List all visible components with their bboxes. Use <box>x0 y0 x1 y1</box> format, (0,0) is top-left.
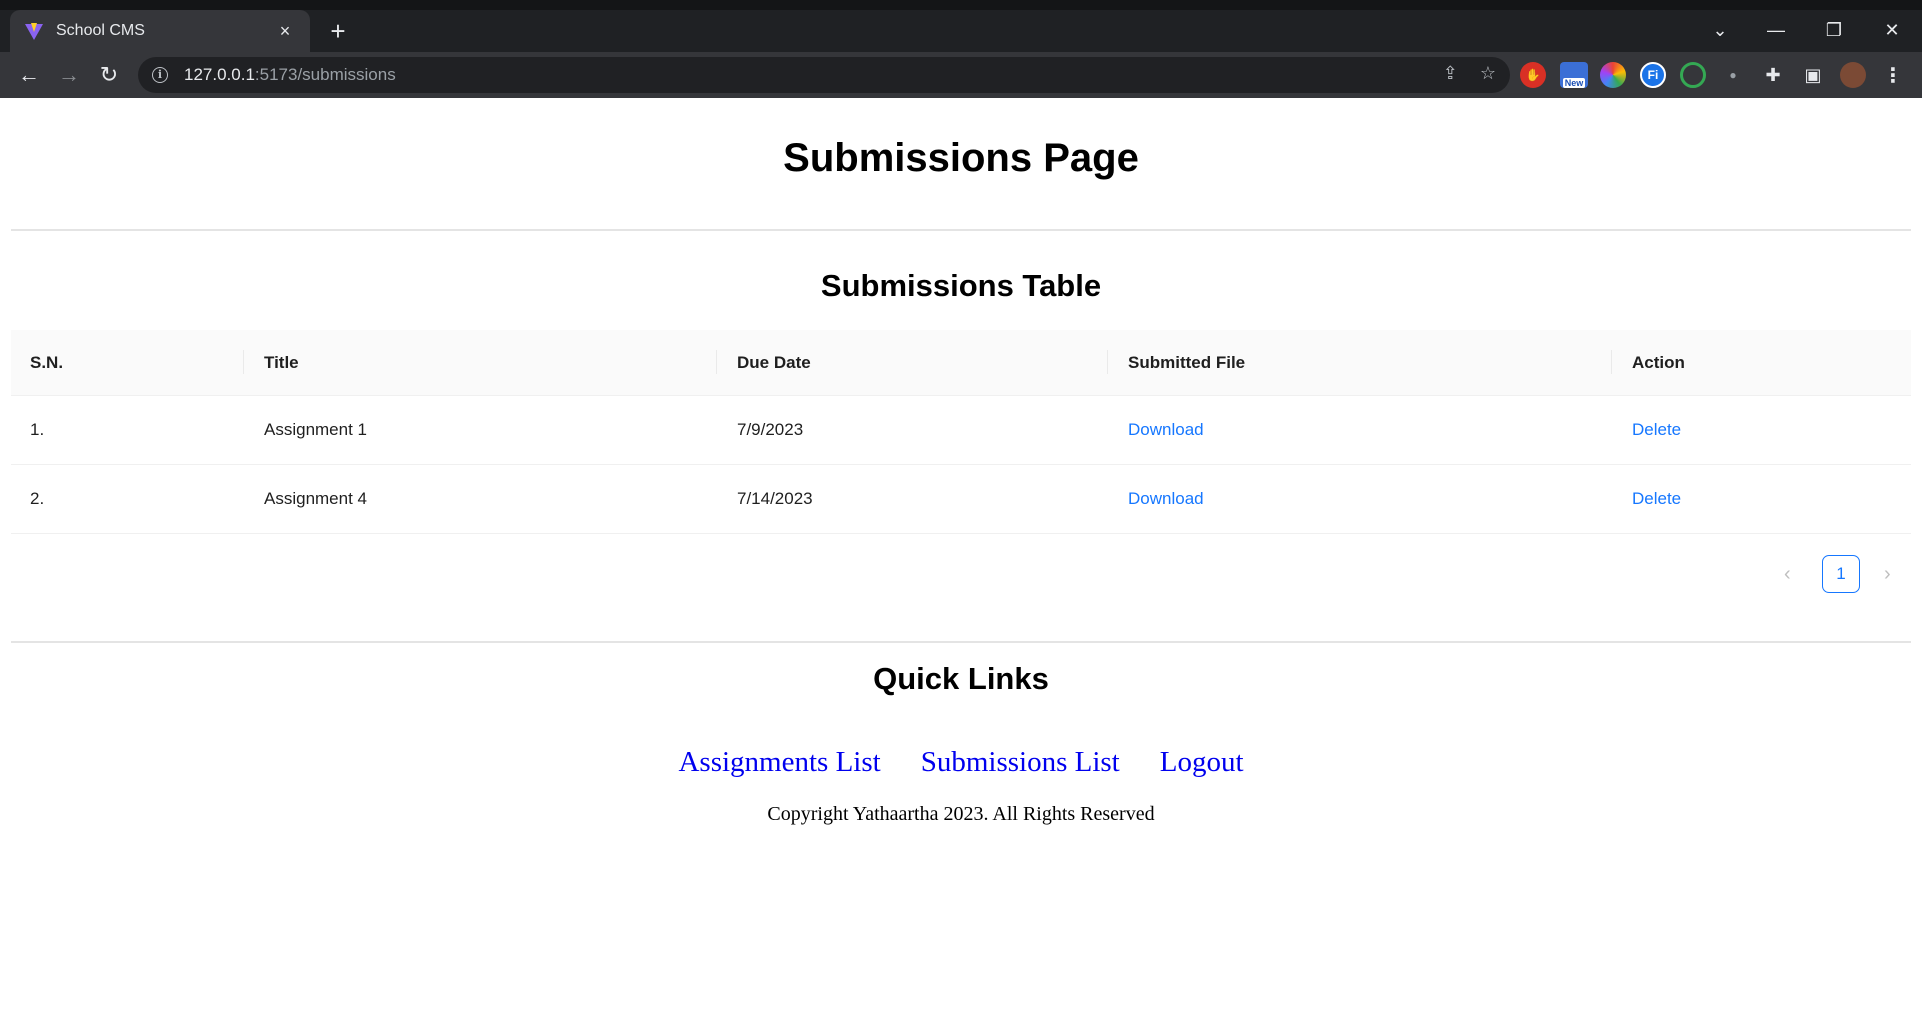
quick-links: Assignments List Submissions List Logout <box>0 746 1922 779</box>
url-host: 127.0.0.1 <box>184 65 255 84</box>
copyright-text: Copyright Yathaartha 2023. All Rights Re… <box>767 803 1155 825</box>
extension-gray-icon[interactable]: ● <box>1720 62 1746 88</box>
cell-sn: 1. <box>30 420 45 439</box>
cell-title: Assignment 4 <box>264 489 367 508</box>
tab-search-icon[interactable]: ⌄ <box>1700 14 1740 46</box>
forward-arrow-icon[interactable]: → <box>54 60 84 90</box>
restore-window-icon[interactable]: ❐ <box>1814 14 1854 46</box>
extension-new-icon[interactable]: New <box>1560 62 1588 88</box>
column-header-action: Action <box>1632 352 1685 372</box>
page-number-current[interactable]: 1 <box>1822 555 1860 593</box>
extensions-puzzle-icon[interactable]: ✚ <box>1760 62 1786 88</box>
extension-color-icon[interactable] <box>1600 62 1626 88</box>
quick-links-title: Quick Links <box>873 661 1049 696</box>
extension-stop-icon[interactable]: ✋ <box>1520 62 1546 88</box>
browser-menu-icon[interactable]: ⋮ <box>1880 62 1906 88</box>
delete-link[interactable]: Delete <box>1632 489 1681 509</box>
browser-tab-active[interactable]: School CMS × <box>10 10 310 52</box>
reload-icon[interactable]: ↻ <box>94 60 124 90</box>
divider <box>11 641 1911 643</box>
close-window-icon[interactable]: ✕ <box>1872 14 1912 46</box>
table-row: 1. Assignment 1 7/9/2023 Download Delete <box>11 396 1911 465</box>
extension-new-badge: New <box>1562 78 1586 88</box>
column-header-title: Title <box>264 352 299 372</box>
next-page-icon[interactable]: › <box>1884 563 1891 586</box>
site-info-icon[interactable]: i <box>152 67 168 83</box>
submissions-table: S.N. Title Due Date Submitted File Actio… <box>11 330 1911 534</box>
browser-toolbar: ← → ↻ i 127.0.0.1 :5173/submissions ⇪ ☆ … <box>0 52 1922 98</box>
download-link[interactable]: Download <box>1128 420 1204 440</box>
url-path: :5173/submissions <box>254 65 396 84</box>
new-tab-button[interactable]: + <box>324 18 352 46</box>
divider <box>11 229 1911 231</box>
minimize-window-icon[interactable]: — <box>1756 14 1796 46</box>
browser-title-bar: School CMS × + ⌄ — ❐ ✕ <box>0 0 1922 52</box>
cell-sn: 2. <box>30 489 45 508</box>
tab-close-icon[interactable]: × <box>274 21 296 42</box>
side-panel-icon[interactable]: ▣ <box>1800 62 1826 88</box>
share-icon[interactable]: ⇪ <box>1443 63 1458 84</box>
cell-due-date: 7/9/2023 <box>737 420 804 439</box>
table-row: 2. Assignment 4 7/14/2023 Download Delet… <box>11 465 1911 534</box>
tab-title: School CMS <box>56 22 145 39</box>
column-separator <box>1611 350 1612 374</box>
column-separator <box>1107 350 1108 374</box>
assignments-list-link[interactable]: Assignments List <box>678 746 880 779</box>
cell-title: Assignment 1 <box>264 420 367 439</box>
profile-avatar[interactable] <box>1840 62 1866 88</box>
page-viewport: Submissions Page Submissions Table S.N. … <box>0 98 1922 1030</box>
cell-due-date: 7/14/2023 <box>737 489 813 508</box>
extension-fi-icon[interactable]: Fi <box>1640 62 1666 88</box>
extension-target-icon[interactable] <box>1680 62 1706 88</box>
bookmark-star-icon[interactable]: ☆ <box>1480 63 1496 84</box>
column-header-sn: S.N. <box>30 352 64 372</box>
address-bar[interactable]: i 127.0.0.1 :5173/submissions ⇪ ☆ <box>138 57 1510 93</box>
table-section-title: Submissions Table <box>820 268 1102 303</box>
page-title: Submissions Page <box>783 136 1139 180</box>
vite-favicon-icon <box>24 21 44 41</box>
download-link[interactable]: Download <box>1128 489 1204 509</box>
submissions-list-link[interactable]: Submissions List <box>921 746 1120 779</box>
table-header: S.N. Title Due Date Submitted File Actio… <box>11 330 1911 396</box>
column-header-submitted-file: Submitted File <box>1128 352 1246 372</box>
column-separator <box>716 350 717 374</box>
pagination: ‹ 1 › <box>0 555 1922 595</box>
back-arrow-icon[interactable]: ← <box>14 60 44 90</box>
column-separator <box>243 350 244 374</box>
prev-page-icon[interactable]: ‹ <box>1784 563 1791 586</box>
delete-link[interactable]: Delete <box>1632 420 1681 440</box>
logout-link[interactable]: Logout <box>1160 746 1244 779</box>
column-header-due-date: Due Date <box>737 352 811 372</box>
